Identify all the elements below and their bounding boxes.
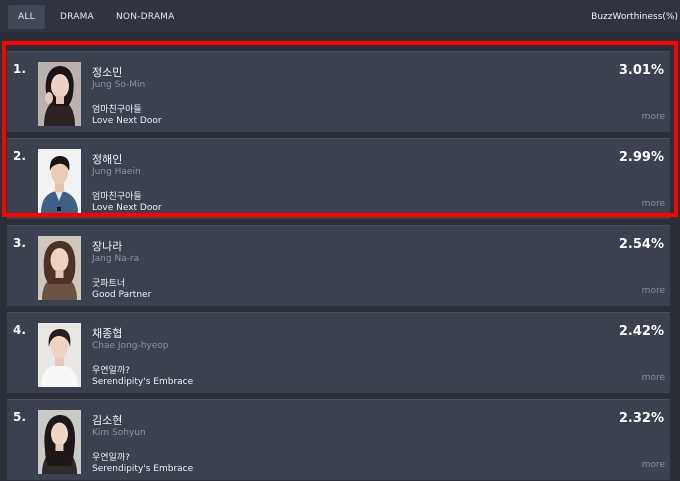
show-title-korean: 우연일까?	[92, 366, 130, 376]
more-link[interactable]: more	[642, 286, 665, 296]
rank-number: 3.	[13, 236, 26, 250]
actor-name-korean: 채종협	[92, 327, 123, 340]
ranking-row[interactable]: 2. 정해인 Jung Haein 엄마친구아들 Love Next Door …	[7, 138, 670, 220]
actor-name-korean: 정소민	[92, 66, 123, 79]
buzz-percentage: 3.01%	[618, 63, 664, 78]
avatar	[38, 323, 81, 387]
more-link[interactable]: more	[642, 373, 665, 383]
avatar	[38, 410, 81, 474]
more-link[interactable]: more	[642, 112, 665, 122]
buzzworthiness-header: BuzzWorthiness(%)	[591, 12, 678, 22]
rank-number: 4.	[13, 323, 26, 337]
rank-number: 5.	[13, 410, 26, 424]
show-title-korean: 우연일까?	[92, 453, 130, 463]
actor-name-english: Kim Sohyun	[92, 428, 146, 438]
ranking-row[interactable]: 4. 채종협 Chae Jong-hyeop 우연일까? Serendipity…	[7, 312, 670, 394]
tab-non-drama-label: NON-DRAMA	[116, 12, 175, 22]
ranking-row[interactable]: 1. 정소민 Jung So-Min 엄마친구아들 Love Next Door…	[7, 51, 670, 133]
tab-non-drama[interactable]: NON-DRAMA	[116, 5, 175, 29]
show-title-korean: 엄마친구아들	[92, 105, 142, 115]
actor-name-english: Jung So-Min	[92, 80, 146, 90]
buzz-percentage: 2.32%	[618, 411, 664, 426]
more-link[interactable]: more	[642, 460, 665, 470]
actor-name-korean: 정해인	[92, 153, 123, 166]
actor-name-english: Jung Haein	[92, 167, 141, 177]
avatar	[38, 62, 81, 126]
avatar	[38, 149, 81, 213]
actor-name-korean: 장나라	[92, 240, 123, 253]
actor-name-english: Jang Na-ra	[92, 254, 140, 264]
show-title-english: Serendipity's Embrace	[92, 464, 194, 474]
show-title-english: Good Partner	[92, 290, 152, 300]
actor-name-english: Chae Jong-hyeop	[92, 341, 169, 351]
show-title-english: Love Next Door	[92, 203, 162, 213]
ranking-row[interactable]: 5. 김소현 Kim Sohyun 우연일까? Serendipity's Em…	[7, 399, 670, 481]
ranking-row[interactable]: 3. 장나라 Jang Na-ra 굿파트너 Good Partner 2.54…	[7, 225, 670, 307]
tab-drama[interactable]: DRAMA	[60, 5, 94, 29]
show-title-korean: 굿파트너	[92, 279, 126, 289]
ranking-list: 1. 정소민 Jung So-Min 엄마친구아들 Love Next Door…	[0, 44, 680, 481]
tab-all-label: ALL	[18, 12, 35, 22]
buzz-percentage: 2.99%	[618, 150, 664, 165]
more-link[interactable]: more	[642, 199, 665, 209]
tab-all[interactable]: ALL	[8, 5, 45, 29]
show-title-english: Serendipity's Embrace	[92, 377, 194, 387]
tab-drama-label: DRAMA	[60, 12, 94, 22]
actor-name-korean: 김소현	[92, 414, 123, 427]
buzz-percentage: 2.42%	[618, 324, 664, 339]
show-title-korean: 엄마친구아들	[92, 192, 142, 202]
rank-number: 2.	[13, 149, 26, 163]
filter-bar: ALL DRAMA NON-DRAMA BuzzWorthiness(%)	[0, 0, 680, 32]
show-title-english: Love Next Door	[92, 116, 162, 126]
buzz-percentage: 2.54%	[618, 237, 664, 252]
rank-number: 1.	[13, 62, 26, 76]
avatar	[38, 236, 81, 300]
